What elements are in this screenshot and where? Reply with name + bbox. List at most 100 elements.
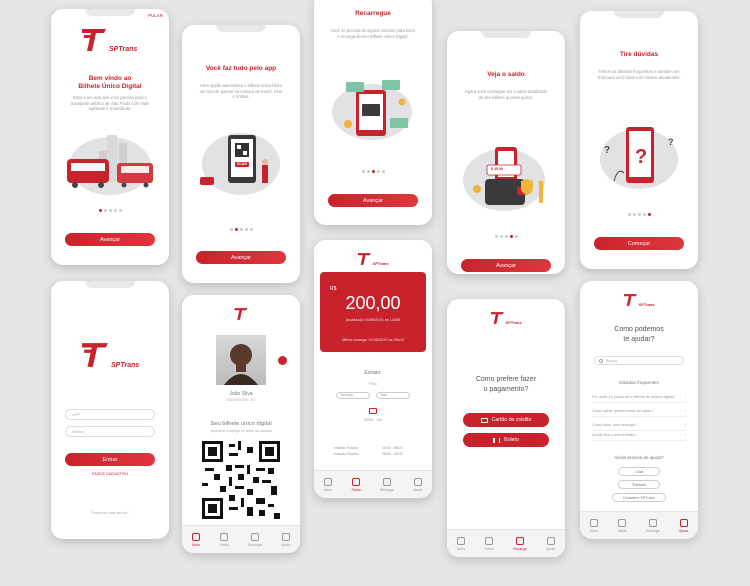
sptrans-logo-icon	[82, 29, 106, 51]
chat-icon	[281, 532, 290, 541]
tab-help[interactable]: Ajuda	[679, 518, 688, 533]
chevron-right-icon: ›	[684, 423, 686, 427]
tab-home[interactable]: Ínicio	[323, 477, 332, 492]
brand-name: SPTrans	[111, 362, 140, 369]
help-title-line2: te ajudar?	[623, 335, 655, 343]
balance-text: Agora você consegue ver o saldo atualiza…	[464, 89, 548, 100]
units-button[interactable]: Unidades SPTrans	[612, 493, 666, 502]
forgot-password-link[interactable]: Esqueceu sua senha?	[51, 511, 169, 515]
password-field[interactable]: Senha	[65, 426, 155, 437]
tab-home[interactable]: Ínicio	[192, 532, 200, 547]
lock-icon[interactable]	[278, 356, 287, 365]
credit-card-icon	[480, 417, 488, 423]
sptrans-logo-icon	[82, 343, 108, 367]
doubts-title: Tire dúvidas	[619, 51, 659, 58]
search-input[interactable]: Buscar	[594, 356, 684, 365]
balance-amount: 200,00	[345, 293, 401, 313]
tab-help[interactable]: Ajuda	[281, 532, 290, 547]
recharge-title: Recarregue	[355, 10, 391, 17]
notch	[481, 31, 531, 38]
chat-icon	[413, 477, 422, 486]
sptrans-small-logo: SPTrans	[357, 252, 389, 266]
chevron-right-icon: ›	[684, 395, 686, 399]
coin-icon	[485, 536, 494, 545]
svg-text:?: ?	[604, 145, 610, 156]
home-icon	[589, 518, 598, 527]
sptrans-small-logo: SPTrans	[623, 293, 655, 307]
do-all-title: Você faz tudo pelo app	[205, 65, 277, 72]
credit-card-button[interactable]: Cartão de crédito	[463, 413, 549, 427]
wallet-illustration: $ 45,00	[457, 139, 555, 219]
phone-button[interactable]: Telefone	[618, 480, 660, 489]
advance-button[interactable]: Avançar	[65, 233, 155, 246]
filter-label: Filtro	[369, 382, 377, 386]
help-screen: SPTrans Como podemos te ajudar? Buscar D…	[580, 281, 698, 539]
balance-chip: $ 45,00	[491, 167, 503, 171]
boleto-label: Boleto	[504, 437, 519, 443]
recharge-text: Você só precisa de alguns minutos para f…	[330, 28, 416, 39]
last-recharge-text: Última recarga: 01/05/2020 às 08h12	[341, 338, 405, 342]
advance-button[interactable]: Avançar	[461, 259, 551, 272]
login-button[interactable]: Entrar	[65, 453, 155, 466]
tab-balance[interactable]: Saldo	[351, 477, 361, 492]
updated-text: Atualizado 09/05/2020 às 13h58	[345, 318, 401, 322]
welcome-screen: PULAR SPTrans Bem vindo ao Bilhete Único…	[51, 9, 169, 265]
pagination-dots	[314, 170, 432, 173]
advance-button[interactable]: Avançar	[196, 251, 286, 264]
phone-icon	[648, 518, 657, 527]
tab-recharge[interactable]: Recarga	[380, 477, 394, 492]
home-icon	[456, 536, 465, 545]
bus-illustration	[61, 129, 159, 199]
user-name: João Silva	[229, 391, 253, 397]
faq-item[interactable]: Aonde fica o meu extrato? ›	[592, 433, 686, 441]
recharge-intro-screen: Recarregue Você só precisa de alguns min…	[314, 0, 432, 225]
welcome-title-line2: Bilhete Único Digital	[78, 83, 142, 91]
notch	[85, 9, 135, 16]
chat-button[interactable]: Chat	[618, 467, 660, 476]
balance-card: R$ 200,00 Atualizado 09/05/2020 às 13h58…	[320, 272, 426, 352]
recharge-entry-icon	[369, 408, 377, 414]
tab-recharge[interactable]: Recarga	[646, 518, 660, 533]
start-button[interactable]: Começar	[594, 237, 684, 250]
cpf-field[interactable]: CPF	[65, 409, 155, 420]
help-title-line1: Como podemos	[614, 326, 664, 333]
entry1-time: 09/05 - 13h	[363, 418, 383, 422]
tab-recharge[interactable]: Recarga	[248, 532, 262, 547]
skip-link[interactable]: PULAR	[148, 13, 163, 18]
tab-help[interactable]: Ajuda	[413, 477, 422, 492]
tab-help[interactable]: Ajuda	[546, 536, 555, 551]
card-subtitle: Aproxime o código no leitor da catraca	[210, 429, 272, 433]
payment-title-line2: o pagamento?	[483, 385, 529, 393]
recharge-illustration	[324, 74, 422, 150]
filter-recharge-select[interactable]: Recarga	[336, 392, 370, 399]
filter-date-select[interactable]: Data	[376, 392, 410, 399]
home-icon	[323, 477, 332, 486]
phone-icon	[382, 477, 391, 486]
qr-code	[202, 441, 280, 519]
svg-text:?: ?	[668, 137, 674, 147]
advance-button[interactable]: Avançar	[328, 194, 418, 207]
phone-icon	[250, 532, 259, 541]
login-screen: SPTrans CPF Senha Entrar FAZER CADASTRO …	[51, 281, 169, 539]
tab-recharge[interactable]: Recarga	[513, 536, 527, 551]
sptrans-small-logo: SPTrans	[490, 311, 522, 325]
register-link[interactable]: FAZER CADASTRO	[51, 471, 169, 476]
faq-item[interactable]: Como saber quanto tenho de saldo? ›	[592, 409, 686, 417]
payment-title: Como prefere fazer o pagamento?	[447, 375, 565, 395]
tab-balance[interactable]: Saldo	[617, 518, 627, 533]
pagination-dots	[580, 213, 698, 216]
coin-icon	[220, 532, 229, 541]
pagination-dots	[182, 228, 300, 231]
tab-home[interactable]: Ínicio	[456, 536, 465, 551]
tab-balance[interactable]: Saldo	[219, 532, 229, 547]
credit-card-label: Cartão de crédito	[491, 417, 532, 423]
balance-intro-screen: Veja o saldo Agora você consegue ver o s…	[447, 31, 565, 274]
tab-balance[interactable]: Saldo	[484, 536, 494, 551]
chevron-right-icon: ›	[684, 433, 686, 437]
faq-item[interactable]: Por onde eu posso ter o bilhete de ônibu…	[592, 395, 686, 403]
balance-title: Veja o saldo	[487, 71, 525, 78]
user-photo	[216, 335, 266, 385]
faq-item[interactable]: Como fazer uma recarga? ›	[592, 423, 686, 431]
boleto-button[interactable]: Boleto	[463, 433, 549, 447]
tab-home[interactable]: Ínicio	[589, 518, 598, 533]
